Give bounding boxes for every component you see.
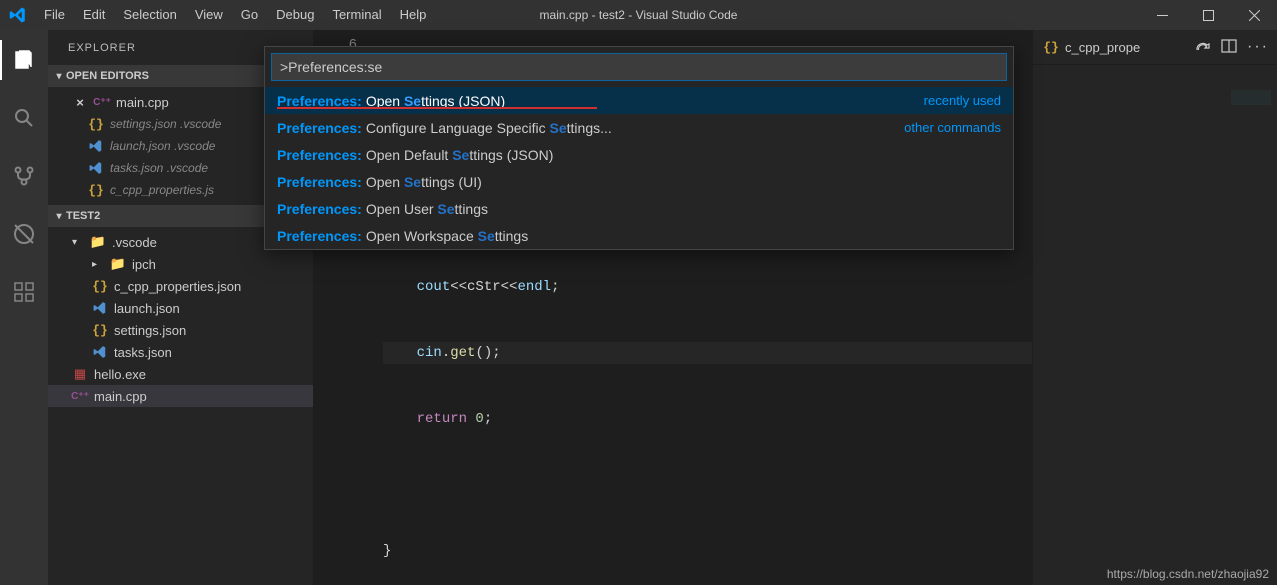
menu-terminal[interactable]: Terminal xyxy=(323,0,390,30)
activity-scm[interactable] xyxy=(0,156,48,196)
palette-item[interactable]: Preferences:Open Default Settings (JSON) xyxy=(265,141,1013,168)
vs-icon xyxy=(92,344,108,360)
vs-icon xyxy=(88,160,104,176)
window-title: main.cpp - test2 - Visual Studio Code xyxy=(540,8,738,22)
vs-icon xyxy=(88,138,104,154)
command-palette-input[interactable] xyxy=(271,53,1007,81)
activity-bar xyxy=(0,30,48,585)
file-label: tasks.json xyxy=(114,345,172,360)
chevron-down-icon: ▾ xyxy=(52,71,66,82)
menu-debug[interactable]: Debug xyxy=(267,0,323,30)
file-label: settings.json xyxy=(114,323,186,338)
file-row[interactable]: C⁺⁺ main.cpp xyxy=(48,385,313,407)
annotation-underline xyxy=(277,107,597,109)
file-row[interactable]: {} settings.json xyxy=(48,319,313,341)
cpp-icon: C⁺⁺ xyxy=(72,388,88,404)
vs-icon xyxy=(92,300,108,316)
folder-row[interactable]: ▸ 📁 ipch xyxy=(48,253,313,275)
activity-debug[interactable] xyxy=(0,214,48,254)
activity-extensions[interactable] xyxy=(0,272,48,312)
file-path: .vscode xyxy=(180,117,221,131)
file-label: tasks.json xyxy=(110,161,163,175)
json-icon: {} xyxy=(88,116,104,132)
file-row[interactable]: launch.json xyxy=(48,297,313,319)
right-editor-group: {} c_cpp_prope ··· xyxy=(1032,30,1277,585)
file-path: .vscode xyxy=(174,139,215,153)
json-icon: {} xyxy=(92,278,108,294)
activity-search[interactable] xyxy=(0,98,48,138)
chevron-right-icon: ▸ xyxy=(92,259,104,270)
folder-label: .vscode xyxy=(112,235,157,250)
title-bar: File Edit Selection View Go Debug Termin… xyxy=(0,0,1277,30)
window-minimize[interactable] xyxy=(1139,0,1185,30)
palette-item[interactable]: Preferences:Open Settings (JSON)recently… xyxy=(265,87,1013,114)
window-close[interactable] xyxy=(1231,0,1277,30)
file-row[interactable]: {} c_cpp_properties.json xyxy=(48,275,313,297)
exe-icon: ▦ xyxy=(72,366,88,382)
menu-selection[interactable]: Selection xyxy=(114,0,185,30)
json-icon: {} xyxy=(92,322,108,338)
cpp-icon: C⁺⁺ xyxy=(94,94,110,110)
split-editor-icon[interactable] xyxy=(1221,38,1237,57)
workspace-label: TEST2 xyxy=(66,210,100,222)
window-maximize[interactable] xyxy=(1185,0,1231,30)
palette-item[interactable]: Preferences:Open User Settings xyxy=(265,195,1013,222)
palette-item[interactable]: Preferences:Open Settings (UI) xyxy=(265,168,1013,195)
menu-edit[interactable]: Edit xyxy=(74,0,114,30)
file-label: main.cpp xyxy=(94,389,147,404)
close-icon[interactable]: × xyxy=(72,95,88,110)
more-icon[interactable]: ··· xyxy=(1247,38,1269,57)
watermark: https://blog.csdn.net/zhaojia92 xyxy=(1107,567,1269,581)
file-row[interactable]: tasks.json xyxy=(48,341,313,363)
json-icon: {} xyxy=(1043,39,1059,55)
folder-icon: 📁 xyxy=(90,234,106,250)
file-label: c_cpp_properties.js xyxy=(110,183,214,197)
activity-explorer[interactable] xyxy=(0,40,48,80)
vscode-logo xyxy=(0,6,35,24)
minimap[interactable] xyxy=(1231,90,1271,140)
open-editors-label: OPEN EDITORS xyxy=(66,70,149,82)
file-label: main.cpp xyxy=(116,95,169,110)
menu-file[interactable]: File xyxy=(35,0,74,30)
file-label: settings.json xyxy=(110,117,177,131)
file-label: launch.json xyxy=(110,139,171,153)
menu-bar: File Edit Selection View Go Debug Termin… xyxy=(35,0,435,30)
compare-icon[interactable] xyxy=(1195,38,1211,57)
menu-go[interactable]: Go xyxy=(232,0,267,30)
command-palette: Preferences:Open Settings (JSON)recently… xyxy=(264,46,1014,250)
chevron-down-icon: ▾ xyxy=(52,211,66,222)
folder-label: ipch xyxy=(132,257,156,272)
palette-item[interactable]: Preferences:Configure Language Specific … xyxy=(265,114,1013,141)
palette-item[interactable]: Preferences:Open Workspace Settings xyxy=(265,222,1013,249)
folder-icon: 📁 xyxy=(110,256,126,272)
file-label: hello.exe xyxy=(94,367,146,382)
file-label: launch.json xyxy=(114,301,180,316)
tab-label: c_cpp_prope xyxy=(1065,40,1140,55)
file-row[interactable]: ▦ hello.exe xyxy=(48,363,313,385)
json-icon: {} xyxy=(88,182,104,198)
chevron-down-icon: ▾ xyxy=(72,237,84,248)
menu-view[interactable]: View xyxy=(186,0,232,30)
palette-list: Preferences:Open Settings (JSON)recently… xyxy=(265,87,1013,249)
file-path: .vscode xyxy=(167,161,208,175)
file-label: c_cpp_properties.json xyxy=(114,279,241,294)
menu-help[interactable]: Help xyxy=(391,0,436,30)
editor-tab[interactable]: {} c_cpp_prope xyxy=(1033,30,1150,65)
